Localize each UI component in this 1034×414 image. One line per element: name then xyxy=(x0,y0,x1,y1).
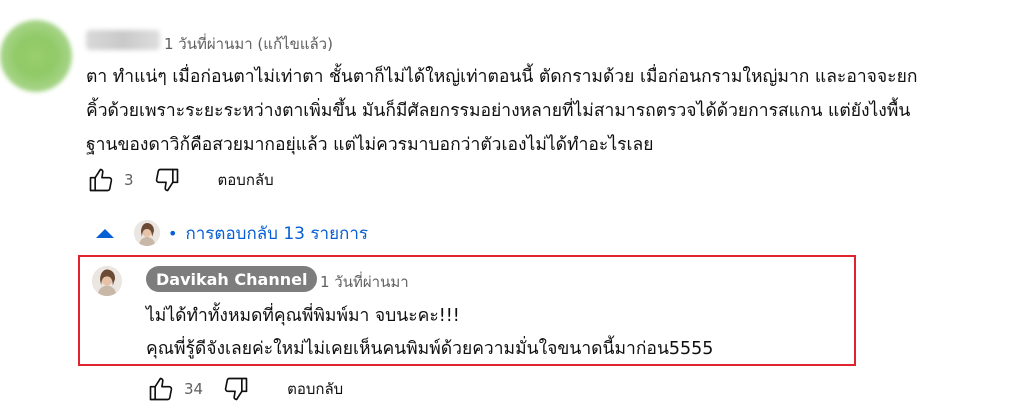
thumb-down-icon xyxy=(224,377,248,401)
comment-line: ตา ทำแน่ๆ เมื่อก่อนตาไม่เท่าตา ชั้นตาก็ไ… xyxy=(86,67,918,87)
comment-timestamp[interactable]: 1 วันที่ผ่านมา (แก้ไขแล้ว) xyxy=(164,32,333,56)
comment-text: ตา ทำแน่ๆ เมื่อก่อนตาไม่เท่าตา ชั้นตาก็ไ… xyxy=(86,60,1022,162)
like-button[interactable] xyxy=(146,374,176,404)
reply-button[interactable]: ตอบกลับ xyxy=(218,168,274,192)
comment-line: ฐานของดาวิก้คือสวยมากอยุ่แล้ว แต่ไม่ควรม… xyxy=(86,135,654,155)
person-avatar-icon xyxy=(134,220,160,246)
thumb-up-icon xyxy=(149,377,173,401)
reply-line: ไม่ได้ทำทั้งหมดที่คุณพี่พิมพ์มา จบนะคะ!!… xyxy=(146,306,460,326)
like-count: 34 xyxy=(184,380,204,398)
dislike-button[interactable] xyxy=(152,165,182,195)
reply-text: ไม่ได้ทำทั้งหมดที่คุณพี่พิมพ์มา จบนะคะ!!… xyxy=(146,300,713,366)
dislike-button[interactable] xyxy=(221,374,251,404)
caret-up-icon xyxy=(96,228,114,238)
separator-dot: • xyxy=(168,223,178,243)
replies-count-label[interactable]: การตอบกลับ 13 รายการ xyxy=(185,220,368,247)
reply-actions: 34 ตอบกลับ xyxy=(146,374,343,404)
person-avatar-icon xyxy=(92,266,122,296)
replies-toggle[interactable]: • การตอบกลับ 13 รายการ xyxy=(96,216,368,250)
reply-author-avatar[interactable] xyxy=(92,266,122,296)
thumb-up-icon xyxy=(89,168,113,192)
channel-owner-badge[interactable]: Davikah Channel xyxy=(146,266,318,292)
comment-line: คิ้วด้วยเพราะระยะระหว่างตาเพิ่มขึ้น มันก… xyxy=(86,101,911,121)
creator-avatar-small xyxy=(134,220,160,246)
reply-timestamp[interactable]: 1 วันที่ผ่านมา xyxy=(320,270,409,294)
commenter-name-blurred[interactable] xyxy=(86,30,160,50)
reply-line: คุณพี่รู้ดีจังเลยค่ะใหม่ไม่เคยเห็นคนพิมพ… xyxy=(146,339,714,359)
thumb-down-icon xyxy=(155,168,178,192)
reply-button[interactable]: ตอบกลับ xyxy=(287,377,343,401)
commenter-avatar[interactable] xyxy=(0,20,72,92)
like-count: 3 xyxy=(124,171,134,189)
comment-actions: 3 ตอบกลับ xyxy=(86,165,274,195)
like-button[interactable] xyxy=(86,165,116,195)
